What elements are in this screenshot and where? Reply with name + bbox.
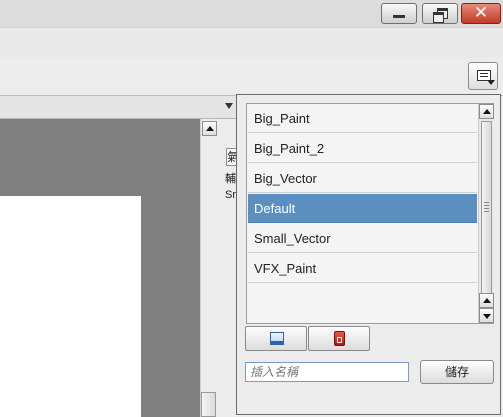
list-scroll-down-button[interactable] — [479, 293, 494, 308]
side-panel-label: 輔 — [225, 173, 236, 185]
arrow-up-icon — [206, 126, 214, 131]
document-page[interactable] — [0, 196, 141, 417]
grip-icon — [484, 202, 489, 203]
list-item[interactable]: Big_Paint — [248, 104, 477, 133]
close-icon: ✕ — [473, 3, 489, 23]
list-item-selected[interactable]: Default — [248, 194, 477, 223]
workspace-menu-button[interactable] — [468, 62, 498, 90]
arrow-up-icon — [483, 109, 491, 114]
toolbar — [0, 58, 503, 96]
menu-bar — [0, 27, 503, 59]
minimize-icon — [393, 15, 405, 18]
restore-icon — [433, 7, 448, 23]
new-workspace-button[interactable] — [245, 326, 307, 351]
scroll-up-button[interactable] — [202, 121, 217, 136]
list-scroll-down-button-2[interactable] — [479, 308, 494, 323]
arrow-up-icon — [483, 298, 491, 303]
restore-button[interactable] — [422, 3, 458, 24]
list-scroll-thumb[interactable] — [481, 121, 492, 295]
dropdown-arrow-icon — [487, 80, 495, 85]
workspace-name-input[interactable]: 插入名稱 — [245, 362, 409, 382]
canvas-vertical-scrollbar[interactable] — [200, 119, 217, 417]
list-item[interactable]: Small_Vector — [248, 224, 477, 253]
list-item[interactable]: Big_Paint_2 — [248, 134, 477, 163]
save-button[interactable]: 儲存 — [420, 360, 494, 384]
workspace-list[interactable]: Big_Paint Big_Paint_2 Big_Vector Default… — [246, 103, 494, 324]
new-workspace-icon — [270, 332, 284, 345]
delete-workspace-button[interactable] — [308, 326, 370, 351]
list-vertical-scrollbar[interactable] — [478, 104, 494, 323]
document-tab-bar — [0, 96, 236, 119]
canvas-scroll-thumb[interactable] — [201, 392, 216, 417]
list-scroll-up-button[interactable] — [479, 104, 494, 119]
minimize-button[interactable] — [381, 3, 417, 24]
side-panel-field[interactable]: 氣 — [226, 148, 236, 166]
arrow-down-icon — [483, 314, 491, 319]
panel-collapse-arrow-icon[interactable] — [225, 103, 233, 109]
title-bar: ✕ — [0, 0, 503, 27]
side-panel-label-2: Sr — [225, 189, 236, 201]
delete-workspace-icon — [334, 331, 345, 346]
close-button[interactable]: ✕ — [461, 3, 501, 24]
list-item[interactable]: Big_Vector — [248, 164, 477, 193]
list-item[interactable]: VFX_Paint — [248, 254, 477, 283]
